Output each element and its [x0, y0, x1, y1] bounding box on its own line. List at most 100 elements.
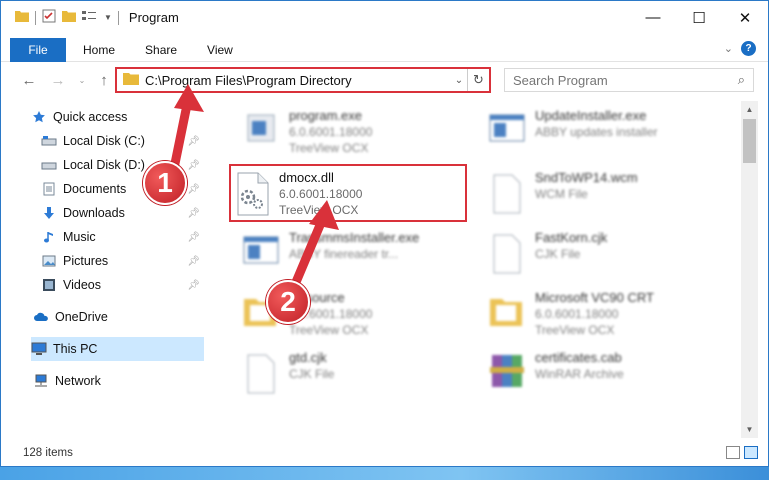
pin-icon[interactable]: 📌︎: [187, 256, 200, 267]
tab-view[interactable]: View: [192, 38, 248, 62]
file-item[interactable]: certificates.cab WinRAR Archive: [466, 345, 702, 403]
properties-icon[interactable]: [42, 9, 56, 26]
sidebar-item-label: This PC: [53, 342, 98, 356]
pin-icon[interactable]: 📌︎: [187, 280, 200, 291]
navigation-bar: ← → ⌄ ↑ C:\Program Files\Program Directo…: [1, 65, 768, 95]
downloads-icon: [41, 205, 57, 221]
details-view-icon[interactable]: [726, 446, 740, 459]
file-name: FastKorn.cjk: [535, 230, 608, 245]
view-options-icon[interactable]: [82, 10, 98, 25]
file-detail: TreeView OCX: [289, 141, 369, 155]
new-folder-icon[interactable]: [62, 10, 76, 25]
file-item[interactable]: FastKorn.cjk CJK File: [466, 225, 702, 283]
sidebar-item-videos[interactable]: Videos 📌︎: [41, 273, 204, 297]
sidebar-item-label: OneDrive: [55, 310, 108, 324]
exe-file-icon: [240, 231, 280, 279]
sidebar-item-music[interactable]: Music 📌︎: [41, 225, 204, 249]
file-name: gtd.cjk: [289, 350, 327, 365]
toolbar-divider: [35, 10, 36, 25]
music-icon: [41, 229, 57, 245]
sidebar-item-network[interactable]: Network: [33, 369, 204, 393]
folder-icon: [15, 10, 29, 25]
sidebar-item-label: Pictures: [63, 254, 109, 268]
pin-icon[interactable]: 📌︎: [187, 232, 200, 243]
sidebar-item-label: Local Disk (C:): [63, 134, 145, 148]
sidebar-item-label: Videos: [63, 278, 101, 292]
pin-icon[interactable]: 📌︎: [187, 208, 200, 219]
sidebar-item-this-pc[interactable]: This PC: [31, 337, 204, 361]
scroll-up-icon[interactable]: ▲: [741, 101, 758, 118]
file-detail: TreeView OCX: [289, 323, 369, 337]
refresh-button[interactable]: ↻: [467, 69, 489, 91]
back-button[interactable]: ←: [18, 69, 40, 91]
toolbar-divider: [117, 10, 119, 25]
folder-icon: [486, 291, 526, 339]
file-name: certificates.cab: [535, 350, 622, 365]
sidebar-item-label: Documents: [63, 182, 127, 196]
file-item[interactable]: UpdateInstaller.exe ABBY updates installe…: [466, 103, 702, 161]
file-name: SndToWP14.wcm: [535, 170, 638, 185]
ribbon-tabs: File Home Share View ⌄ ?: [1, 37, 768, 62]
file-item[interactable]: program.exe 6.0.6001.18000 TreeView OCX: [220, 103, 456, 161]
winrar-archive-icon: [486, 351, 526, 399]
search-icon[interactable]: ⌕: [738, 72, 745, 88]
sidebar-item-label: Quick access: [53, 110, 128, 124]
view-toggle: [726, 446, 758, 459]
title-bar: ▼ Program — ☐ ✕: [1, 1, 768, 34]
quick-access-toolbar: ▼: [1, 1, 119, 34]
up-button[interactable]: ↑: [93, 69, 115, 91]
sidebar-item-label: Downloads: [63, 206, 125, 220]
large-icons-view-icon[interactable]: [744, 446, 758, 459]
window-title: Program: [128, 10, 179, 25]
file-detail: 6.0.6001.18000: [289, 125, 373, 139]
computer-icon: [31, 341, 47, 357]
file-explorer-window: ▼ Program — ☐ ✕ File Home Share View ⌄ ?…: [0, 0, 769, 467]
address-dropdown-icon[interactable]: ⌄: [451, 75, 467, 86]
folder-icon: [123, 72, 139, 88]
file-highlight-box: [229, 164, 467, 222]
step-2-badge: 2: [266, 280, 310, 324]
close-button[interactable]: ✕: [722, 1, 768, 34]
recent-locations-icon[interactable]: ⌄: [71, 69, 93, 91]
drive-icon: [41, 133, 57, 149]
videos-icon: [41, 277, 57, 293]
vertical-scrollbar[interactable]: ▲ ▼: [741, 101, 758, 438]
desktop-background: [0, 467, 769, 480]
cjk-file-icon: [486, 231, 526, 279]
tab-share[interactable]: Share: [130, 38, 192, 62]
scroll-down-icon[interactable]: ▼: [741, 421, 758, 438]
maximize-button[interactable]: ☐: [676, 1, 722, 34]
file-detail: WCM File: [535, 187, 588, 201]
file-item[interactable]: SndToWP14.wcm WCM File: [466, 165, 702, 223]
tab-file[interactable]: File: [10, 37, 66, 62]
drive-icon: [41, 157, 57, 173]
file-name: UpdateInstaller.exe: [535, 108, 647, 123]
item-count: 128 items: [23, 447, 73, 459]
file-detail: CJK File: [289, 367, 335, 381]
scroll-thumb[interactable]: [743, 119, 756, 163]
cloud-icon: [33, 309, 49, 325]
sidebar-item-onedrive[interactable]: OneDrive: [33, 305, 204, 329]
customize-dropdown-icon[interactable]: ▼: [104, 13, 112, 22]
file-item[interactable]: gtd.cjk CJK File: [220, 345, 456, 403]
sidebar-item-pictures[interactable]: Pictures 📌︎: [41, 249, 204, 273]
tab-home[interactable]: Home: [68, 38, 130, 62]
file-name: program.exe: [289, 108, 362, 123]
forward-button[interactable]: →: [47, 69, 69, 91]
pictures-icon: [41, 253, 57, 269]
file-detail: WinRAR Archive: [535, 367, 624, 381]
star-icon: [31, 109, 47, 125]
minimize-button[interactable]: —: [630, 1, 676, 34]
file-item[interactable]: Microsoft VC90 CRT 6.0.6001.18000 TreeView…: [466, 285, 702, 343]
documents-icon: [41, 181, 57, 197]
expand-ribbon-icon[interactable]: ⌄: [724, 42, 733, 55]
file-name: Microsoft VC90 CRT: [535, 290, 654, 305]
sidebar-item-downloads[interactable]: Downloads 📌︎: [41, 201, 204, 225]
search-box[interactable]: ⌕: [504, 68, 754, 92]
search-input[interactable]: [513, 72, 713, 88]
file-detail: 6.0.6001.18000: [535, 307, 619, 321]
wcm-file-icon: [486, 171, 526, 219]
help-icon[interactable]: ?: [741, 41, 756, 56]
status-bar: 128 items: [1, 441, 768, 465]
file-detail: ABBY updates installer: [535, 125, 658, 139]
